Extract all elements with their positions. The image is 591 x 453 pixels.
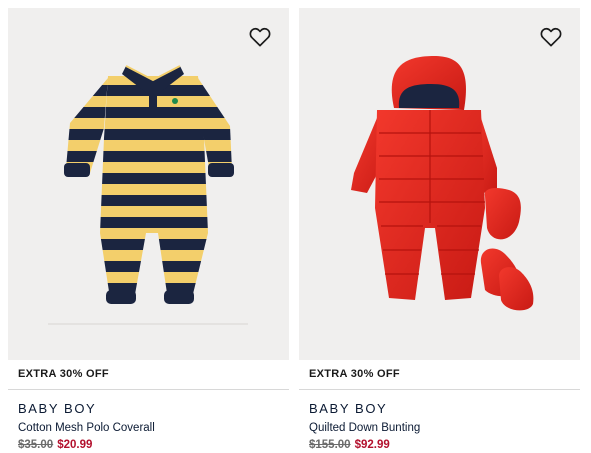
wishlist-button[interactable] — [538, 24, 564, 50]
wishlist-button[interactable] — [247, 24, 273, 50]
sale-price: $92.99 — [354, 439, 390, 451]
promo-badge: EXTRA 30% OFF — [8, 360, 289, 390]
price-row: $155.00 $92.99 — [299, 437, 580, 453]
red-down-bunting-image — [351, 56, 534, 311]
promo-badge: EXTRA 30% OFF — [299, 360, 580, 390]
sale-price: $20.99 — [57, 439, 93, 451]
price-row: $35.00 $20.99 — [8, 437, 289, 453]
product-category: BABY BOY — [309, 401, 388, 416]
product-image-polo-coverall[interactable] — [8, 8, 289, 360]
original-price: $35.00 — [18, 439, 54, 451]
product-title-link[interactable]: Quilted Down Bunting — [299, 420, 580, 436]
product-grid: EXTRA 30% OFF BABY BOY Cotton Mesh Polo … — [0, 0, 591, 453]
product-card-down-bunting[interactable]: EXTRA 30% OFF BABY BOY Quilted Down Bunt… — [299, 8, 580, 453]
product-image-down-bunting[interactable] — [299, 8, 580, 360]
heart-outline-icon — [540, 27, 562, 47]
product-category: BABY BOY — [18, 401, 97, 416]
product-card-polo-coverall[interactable]: EXTRA 30% OFF BABY BOY Cotton Mesh Polo … — [8, 8, 289, 453]
striped-polo-coverall-image — [48, 65, 248, 325]
product-title-link[interactable]: Cotton Mesh Polo Coverall — [8, 420, 289, 436]
original-price: $155.00 — [309, 439, 351, 451]
heart-outline-icon — [249, 27, 271, 47]
